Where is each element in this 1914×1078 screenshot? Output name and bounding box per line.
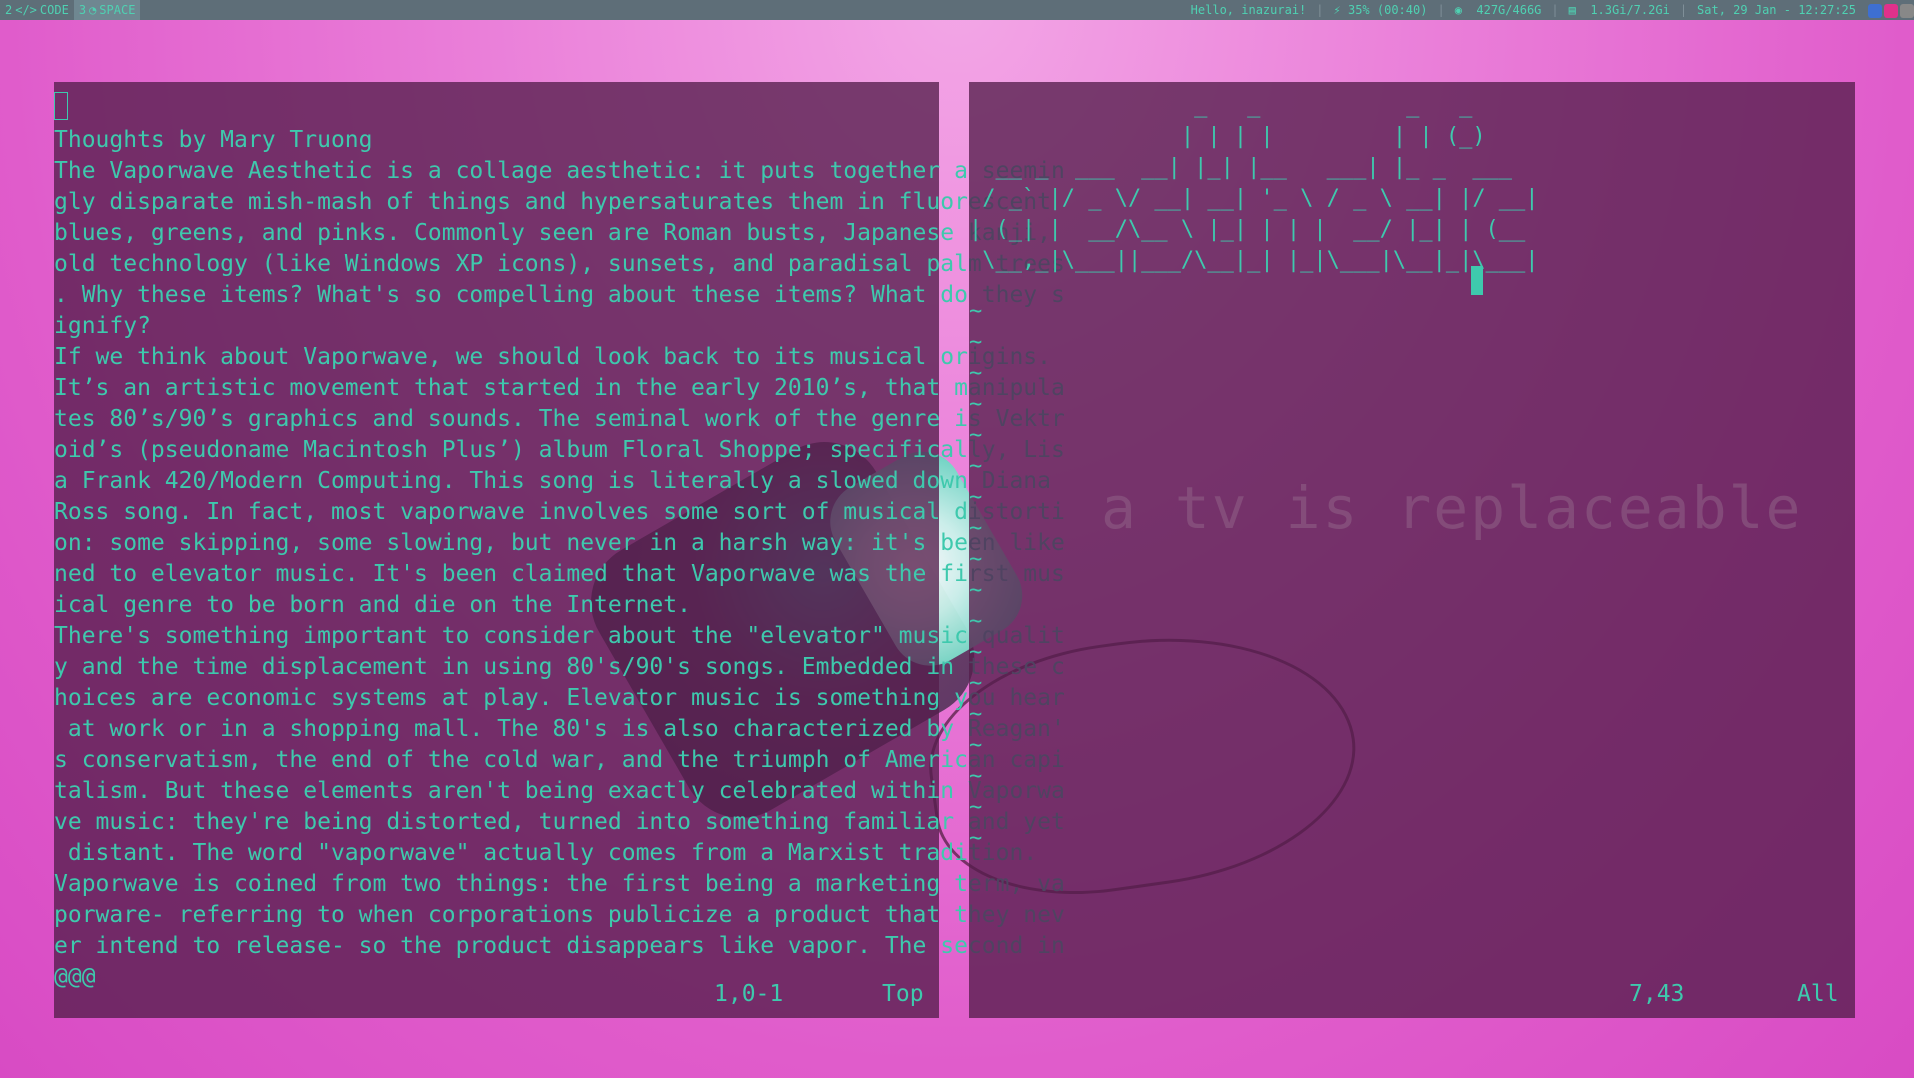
buffer-line: ignify? [54,313,151,339]
tilde-line: ~ [969,640,983,665]
tilde-line: ~ [969,454,983,479]
buffer-line: a Frank 420/Modern Computing. This song … [54,468,1051,494]
buffer-line: It’s an artistic movement that started i… [54,375,1065,401]
buffer-line: The Vaporwave Aesthetic is a collage aes… [54,158,1065,184]
block-cursor [1471,266,1483,295]
buffer-line: at work or in a shopping mall. The 80's … [67,716,1065,742]
tilde-line: ~ [969,547,983,572]
system-tray: Hello, inazurai! | ⚡ 35% (00:40) | ◉ 427… [1191,0,1914,20]
disk-icon: ◉ [1454,3,1462,17]
buffer-line: . Why these items? What's so compelling … [54,282,1065,308]
separator: | [1679,3,1688,17]
tilde-line: ~ [969,423,983,448]
battery-indicator: ⚡ 35% (00:40) [1334,0,1428,20]
workspace-code[interactable]: 2 </> CODE [0,0,74,20]
tilde-line: ~ [969,330,983,355]
buffer-line: er intend to release- so the product dis… [54,933,1065,959]
separator: | [1437,3,1445,17]
buffer-line: Ross song. In fact, most vaporwave invol… [54,499,1065,525]
ascii-line: _ _ _ _ [1194,93,1473,118]
tilde-line: ~ [969,609,983,634]
scroll-position: All [1797,981,1839,1007]
disk-text: 427G/466G [1476,3,1542,17]
text-cursor [54,92,68,120]
top-status-bar: 2 </> CODE 3 ◔ SPACE Hello, inazurai! | … [0,0,1914,20]
workspace-space[interactable]: 3 ◔ SPACE [73,0,141,20]
memory-text: 1.3Gi/7.2Gi [1590,3,1670,17]
tilde-line: ~ [969,826,983,851]
buffer-line: tes 80’s/90’s graphics and sounds. The s… [54,406,1065,432]
tilde-line: ~ [969,702,983,727]
tilde-line: ~ [969,392,983,417]
buffer-line: There's something important to consider … [54,623,1065,649]
lightning-icon: ⚡ [1333,3,1341,17]
battery-text: 35% (00:40) [1347,3,1428,17]
buffer-line: distant. The word "vaporwave" actually c… [67,840,1038,866]
ascii-line: \__,_|\___||___/\__|_| |_|\___|\__|_|\__… [982,248,1539,273]
memory-icon: ▤ [1568,3,1576,17]
left-editor-pane[interactable]: Thoughts by Mary Truong The Vaporwave Ae… [54,82,1065,1018]
buffer-line: porware- referring to when corporations … [54,902,1065,928]
tilde-line: ~ [969,485,983,510]
buffer-line: y and the time displacement in using 80'… [54,654,1065,680]
workspace-list: 2 </> CODE 3 ◔ SPACE [0,0,141,20]
memory-indicator: ▤ 1.3Gi/7.2Gi [1569,0,1670,20]
buffer-line: Thoughts by Mary Truong [54,127,373,153]
code-icon: </> [15,3,37,17]
buffer-line: ical genre to be born and die on the Int… [54,592,691,618]
greeting-text: Hello, inazurai! [1190,3,1307,17]
tilde-line: ~ [969,516,983,541]
buffer-line: on: some skipping, some slowing, but nev… [54,530,1065,556]
buffer-line: talism. But these elements aren't being … [54,778,1065,804]
workspace-label: SPACE [99,3,136,17]
ascii-line: / _` |/ _ \/ __| __| '_ \ / _ \ __| |/ _… [982,186,1539,211]
tilde-line: ~ [969,733,983,758]
buffer-line: s conservatism, the end of the cold war,… [54,747,1065,773]
tray-icons [1866,0,1914,20]
browser-icon[interactable] [1884,3,1898,18]
buffer-line: ned to elevator music. It's been claimed… [54,561,1065,587]
tilde-line: ~ [969,361,983,386]
buffer-lines: Thoughts by Mary Truong The Vaporwave Ae… [54,127,1065,990]
buffer-line: @@@ [54,964,96,990]
empty-line-markers: ~ ~ ~ ~ ~ ~ ~ ~ ~ ~ ~ ~ ~ ~ ~ ~ ~ ~ [969,296,982,854]
buffer-line: Vaporwave is coined from two things: the… [54,871,1065,897]
workspace-number: 3 [78,3,87,17]
tilde-line: ~ [969,671,983,696]
buffer-line: oid’s (pseudoname Macintosh Plus’) album… [54,437,1065,463]
buffer-line: hoices are economic systems at play. Ele… [54,685,1065,711]
globe-icon: ◔ [89,3,97,17]
cursor-position: 1,0-1 [714,981,784,1007]
buffer-line: gly disparate mish-mash of things and hy… [54,189,1051,215]
ascii-line: __ _ ___ __| |_| |__ ___| |_ _ ___ [995,155,1513,180]
ascii-line: | (_| | __/\__ \ |_| | | | __/ |_| | (__ [969,217,1526,242]
buffer-line: blues, greens, and pinks. Commonly seen … [54,220,1051,246]
tilde-line: ~ [969,795,983,820]
datetime-text: Sat, 29 Jan - 12:27:25 [1697,3,1856,17]
right-editor-pane[interactable]: _ _ _ _ | | | | | | (_) __ _ ___ __| |_|… [969,82,1855,1018]
disk-indicator: ◉ 427G/466G [1455,0,1542,20]
ascii-art-banner: _ _ _ _ | | | | | | (_) __ _ ___ __| |_|… [969,90,1539,276]
wallpaper-tagline: a tv is replaceable [1101,474,1803,542]
separator: | [1316,3,1324,17]
separator: | [1551,3,1559,17]
tilde-line: ~ [969,578,983,603]
cursor-position: 7,43 [1629,981,1685,1007]
buffer-line: ve music: they're being distorted, turne… [54,809,1065,835]
ascii-line: | | | | | | (_) [1180,124,1486,149]
buffer-line: If we think about Vaporwave, we should l… [54,344,1051,370]
network-icon[interactable] [1900,3,1914,18]
workspace-label: CODE [39,3,69,17]
workspace-number: 2 [5,3,13,17]
tilde-line: ~ [969,764,983,789]
tilde-line: ~ [969,299,983,324]
editor-buffer[interactable]: Thoughts by Mary Truong The Vaporwave Ae… [54,92,1065,993]
buffer-line: old technology (like Windows XP icons), … [54,251,1065,277]
scroll-position: Top [882,981,924,1007]
bluetooth-icon[interactable] [1868,3,1882,18]
